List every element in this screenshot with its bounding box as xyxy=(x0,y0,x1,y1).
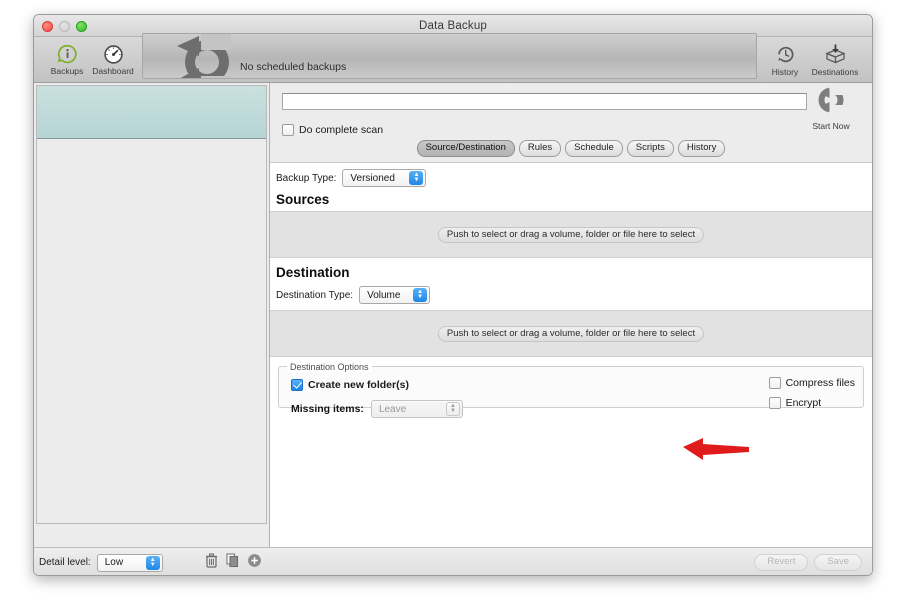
circular-arrow-logo xyxy=(171,34,243,78)
chevron-updown-icon: ▲ ▼ xyxy=(409,171,424,185)
info-badge-icon xyxy=(56,43,78,65)
box-arrow-down-icon xyxy=(824,44,847,66)
destination-type-label: Destination Type: xyxy=(276,289,354,301)
destination-options-right-column: Compress files Encrypt xyxy=(768,377,855,417)
complete-scan-row[interactable]: Do complete scan xyxy=(282,124,807,136)
backup-set-list-item-selected[interactable] xyxy=(37,86,266,139)
start-now-label: Start Now xyxy=(812,121,850,131)
app-window: Data Backup Backups Dashboard No schedul… xyxy=(33,14,873,576)
encrypt-checkbox[interactable] xyxy=(768,397,781,409)
sidebar-action-icons xyxy=(205,552,262,573)
toolbar-button-destinations[interactable]: Destinations xyxy=(808,39,862,81)
toolbar: Backups Dashboard No scheduled backups H… xyxy=(34,33,872,83)
backup-set-name-input[interactable] xyxy=(282,93,807,110)
chevron-updown-icon: ▲ ▼ xyxy=(413,288,428,302)
sources-heading: Sources xyxy=(276,192,330,207)
traffic-lights xyxy=(42,21,87,32)
duplicate-icon[interactable] xyxy=(226,552,239,573)
body-area: Detail level: Low ▲ ▼ Do complete scan S… xyxy=(34,83,872,575)
missing-items-select[interactable]: Leave ▲ ▼ xyxy=(370,400,463,418)
compress-files-checkbox[interactable] xyxy=(768,377,781,389)
backup-type-select[interactable]: Versioned ▲ ▼ xyxy=(342,169,427,187)
main-panel: Do complete scan Start Now Source/Destin… xyxy=(270,83,872,575)
toolbar-right-group: History Destinations xyxy=(762,39,862,81)
destination-dropzone[interactable]: Push to select or drag a volume, folder … xyxy=(270,310,872,357)
backup-set-list-empty-area xyxy=(37,139,266,523)
destination-options-title: Destination Options xyxy=(287,362,372,372)
tab-schedule[interactable]: Schedule xyxy=(565,140,623,157)
complete-scan-checkbox[interactable] xyxy=(282,124,294,136)
clock-icon xyxy=(775,44,796,66)
missing-items-value: Leave xyxy=(378,403,407,415)
backup-set-list[interactable] xyxy=(36,85,267,524)
create-new-folders-checkbox[interactable] xyxy=(291,379,303,391)
gauge-icon xyxy=(103,43,124,65)
toolbar-left-group: Backups Dashboard xyxy=(44,39,136,81)
sidebar-bottom-bar: Detail level: Low ▲ ▼ xyxy=(34,547,270,575)
toolbar-button-dashboard[interactable]: Dashboard xyxy=(90,39,136,81)
toolbar-button-backups-label: Backups xyxy=(50,66,84,76)
backup-type-label: Backup Type: xyxy=(276,172,337,184)
main-bottom-bar: Revert Save xyxy=(270,547,872,575)
tab-source-destination[interactable]: Source/Destination xyxy=(416,140,515,157)
toolbar-button-backups[interactable]: Backups xyxy=(44,39,90,81)
encrypt-label: Encrypt xyxy=(785,397,822,409)
status-text: No scheduled backups xyxy=(240,61,347,73)
save-button[interactable]: Save xyxy=(814,554,862,571)
chevron-updown-icon: ▲ ▼ xyxy=(445,402,460,416)
sources-dropzone[interactable]: Push to select or drag a volume, folder … xyxy=(270,211,872,258)
encrypt-row[interactable]: Encrypt xyxy=(768,397,855,409)
backup-type-value: Versioned xyxy=(350,172,395,184)
destination-type-select[interactable]: Volume ▲ ▼ xyxy=(359,286,431,304)
detail-level-select[interactable]: Low ▲ ▼ xyxy=(96,553,163,572)
tab-history[interactable]: History xyxy=(677,140,726,157)
create-new-folders-label: Create new folder(s) xyxy=(308,379,409,391)
trash-icon[interactable] xyxy=(205,552,218,573)
destination-dropzone-label: Push to select or drag a volume, folder … xyxy=(437,325,705,342)
detail-level-value: Low xyxy=(104,557,124,568)
zoom-window-button[interactable] xyxy=(76,21,87,32)
compress-files-label: Compress files xyxy=(785,377,855,389)
circular-arrow-icon xyxy=(816,85,846,120)
destination-heading: Destination xyxy=(276,265,350,280)
destination-options-group: Destination Options Create new folder(s)… xyxy=(278,362,864,418)
source-destination-pane: Backup Type: Versioned ▲ ▼ Sources Push t… xyxy=(270,162,872,547)
minimize-window-button[interactable] xyxy=(59,21,70,32)
backup-type-row: Backup Type: Versioned ▲ ▼ xyxy=(270,163,872,189)
toolbar-button-destinations-label: Destinations xyxy=(811,66,859,77)
tab-rules[interactable]: Rules xyxy=(518,140,562,157)
revert-button[interactable]: Revert xyxy=(754,554,809,571)
sidebar: Detail level: Low ▲ ▼ xyxy=(34,83,270,575)
compress-files-row[interactable]: Compress files xyxy=(768,377,855,389)
toolbar-button-dashboard-label: Dashboard xyxy=(92,66,134,76)
plus-circle-icon[interactable] xyxy=(247,553,262,573)
destination-options-left-column: Create new folder(s) Missing items: Leav… xyxy=(291,379,463,418)
sources-dropzone-label: Push to select or drag a volume, folder … xyxy=(437,226,705,243)
destination-type-value: Volume xyxy=(367,289,401,301)
detail-level-label: Detail level: xyxy=(39,557,91,568)
toolbar-button-history[interactable]: History xyxy=(762,39,808,81)
complete-scan-label: Do complete scan xyxy=(299,124,384,136)
close-window-button[interactable] xyxy=(42,21,53,32)
missing-items-row: Missing items: Leave ▲ ▼ xyxy=(291,400,463,418)
create-new-folders-row[interactable]: Create new folder(s) xyxy=(291,379,463,391)
destination-type-row: Destination Type: Volume ▲ ▼ xyxy=(270,284,872,310)
red-arrow-annotation xyxy=(683,437,751,466)
status-panel: No scheduled backups xyxy=(142,33,757,79)
toolbar-button-history-label: History xyxy=(771,66,799,77)
tab-bar: Source/Destination Rules Schedule Script… xyxy=(270,136,872,162)
missing-items-label: Missing items: xyxy=(291,403,364,415)
main-top-section: Do complete scan Start Now xyxy=(270,83,872,136)
tab-scripts[interactable]: Scripts xyxy=(626,140,674,157)
chevron-updown-icon: ▲ ▼ xyxy=(145,555,160,570)
start-now-button[interactable]: Start Now xyxy=(804,85,858,131)
